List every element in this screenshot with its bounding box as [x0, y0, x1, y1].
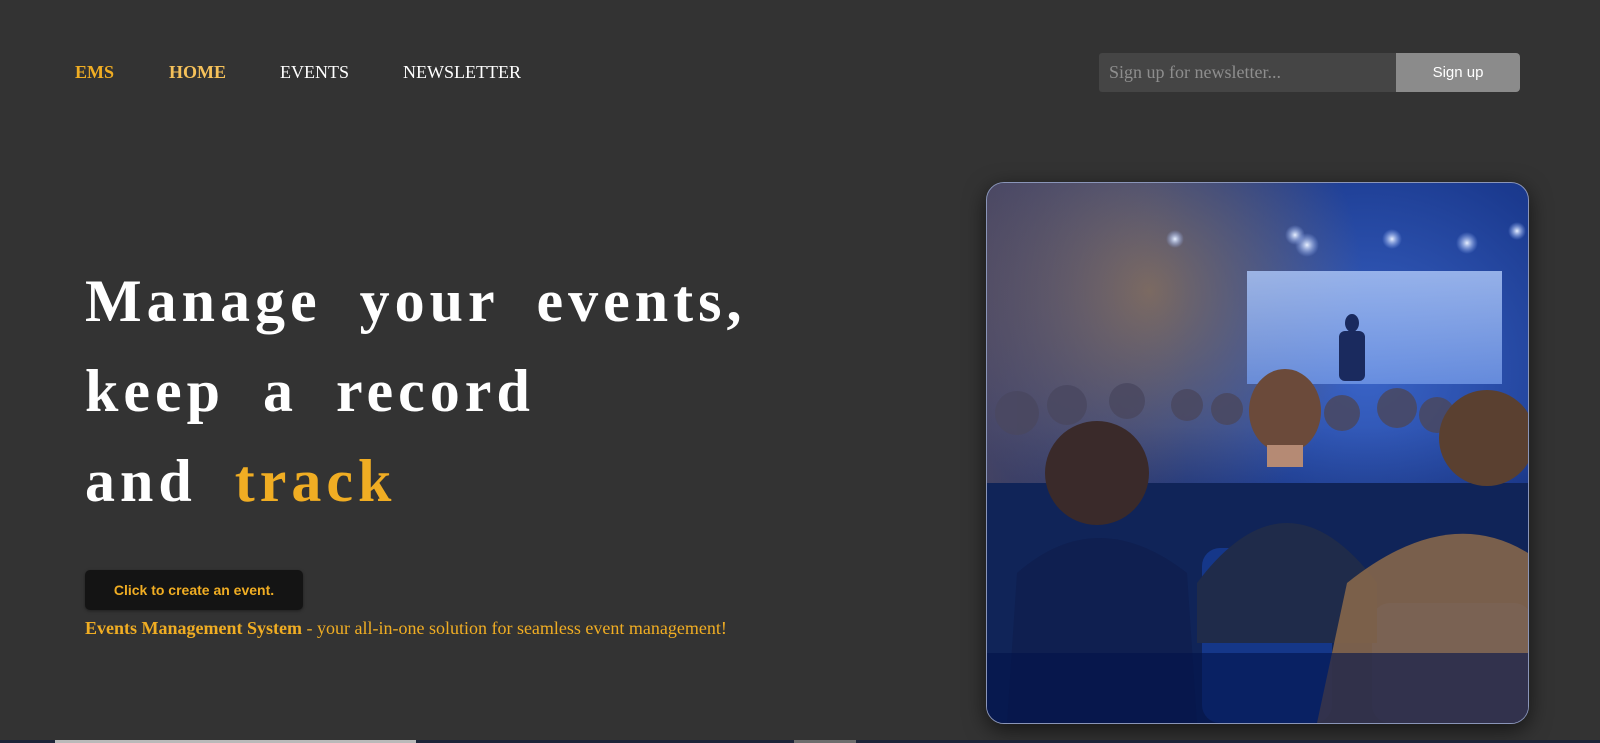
nav-link-home[interactable]: HOME	[169, 60, 226, 84]
hero-heading: Manage your events, keep a record and tr…	[85, 256, 747, 526]
main-nav: EMS HOME EVENTS NEWSLETTER	[75, 60, 521, 84]
tagline-brand: Events Management System	[85, 618, 302, 638]
create-event-button[interactable]: Click to create an event.	[85, 570, 303, 610]
newsletter-signup-button[interactable]: Sign up	[1396, 53, 1520, 92]
hero-line-2: keep a record	[85, 358, 535, 424]
hero-line-3-prefix: and	[85, 448, 197, 514]
brand-logo-link[interactable]: EMS	[75, 60, 114, 84]
hero-image	[986, 182, 1529, 724]
nav-link-newsletter[interactable]: NEWSLETTER	[403, 60, 521, 84]
tagline-text: - your all-in-one solution for seamless …	[301, 618, 727, 638]
hero-line-1: Manage your events,	[85, 268, 747, 334]
hero-line-3-accent: track	[234, 448, 397, 514]
newsletter-email-input[interactable]	[1099, 53, 1396, 92]
tagline: Events Management System - your all-in-o…	[85, 618, 727, 639]
nav-link-events[interactable]: EVENTS	[280, 60, 349, 84]
conference-audience-illustration	[987, 183, 1528, 723]
newsletter-signup-form: Sign up	[1099, 53, 1520, 92]
